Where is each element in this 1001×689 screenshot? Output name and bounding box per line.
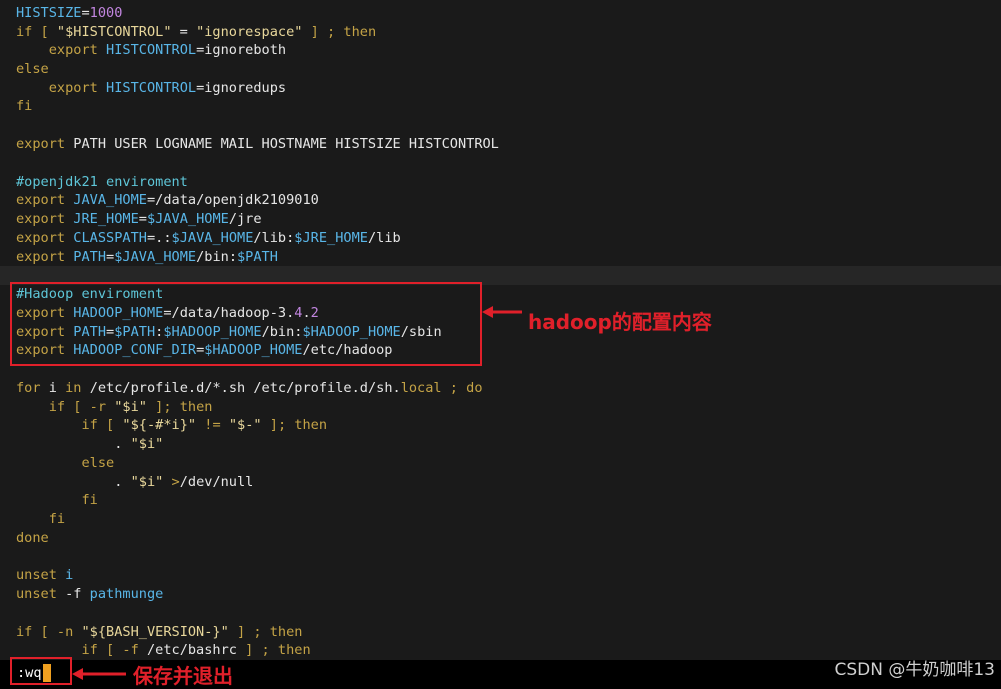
code-line: if [ -n "${BASH_VERSION-}" ] ; then xyxy=(16,624,303,640)
code-line: if [ "$HISTCONTROL" = "ignorespace" ] ; … xyxy=(16,24,377,40)
code-line: else xyxy=(16,455,115,471)
code-line: fi xyxy=(16,492,98,508)
code-line: if [ -r "$i" ]; then xyxy=(16,399,213,415)
code-line: unset -f pathmunge xyxy=(16,586,164,602)
hadoop-config-highlight-box xyxy=(10,282,482,366)
code-line: . "$i" >/dev/null xyxy=(16,474,254,490)
code-line: export HISTCONTROL=ignoredups xyxy=(16,80,287,96)
code-line: export HISTCONTROL=ignoreboth xyxy=(16,42,287,58)
code-line: fi xyxy=(16,511,66,527)
save-command-highlight-box xyxy=(10,657,72,685)
code-line: unset i xyxy=(16,567,74,583)
hadoop-config-annotation: hadoop的配置内容 xyxy=(528,310,712,334)
csdn-watermark: CSDN @牛奶咖啡13 xyxy=(834,660,995,680)
code-line: #openjdk21 enviroment xyxy=(16,174,188,190)
code-line: export JRE_HOME=$JAVA_HOME/jre xyxy=(16,211,262,227)
code-line: done xyxy=(16,530,49,546)
code-line: fi xyxy=(16,98,33,114)
code-line: if [ "${-#*i}" != "$-" ]; then xyxy=(16,417,328,433)
code-line: export PATH=$JAVA_HOME/bin:$PATH xyxy=(16,249,278,265)
code-line: export JAVA_HOME=/data/openjdk2109010 xyxy=(16,192,319,208)
code-line: . "$i" xyxy=(16,436,164,452)
arrow-left-icon xyxy=(72,668,126,680)
arrow-left-icon xyxy=(482,306,522,318)
code-line: else xyxy=(16,61,49,77)
code-line: export CLASSPATH=.:$JAVA_HOME/lib:$JRE_H… xyxy=(16,230,401,246)
code-line: HISTSIZE=1000 xyxy=(16,5,123,21)
code-line: for i in /etc/profile.d/*.sh /etc/profil… xyxy=(16,380,483,396)
code-line: export PATH USER LOGNAME MAIL HOSTNAME H… xyxy=(16,136,499,152)
